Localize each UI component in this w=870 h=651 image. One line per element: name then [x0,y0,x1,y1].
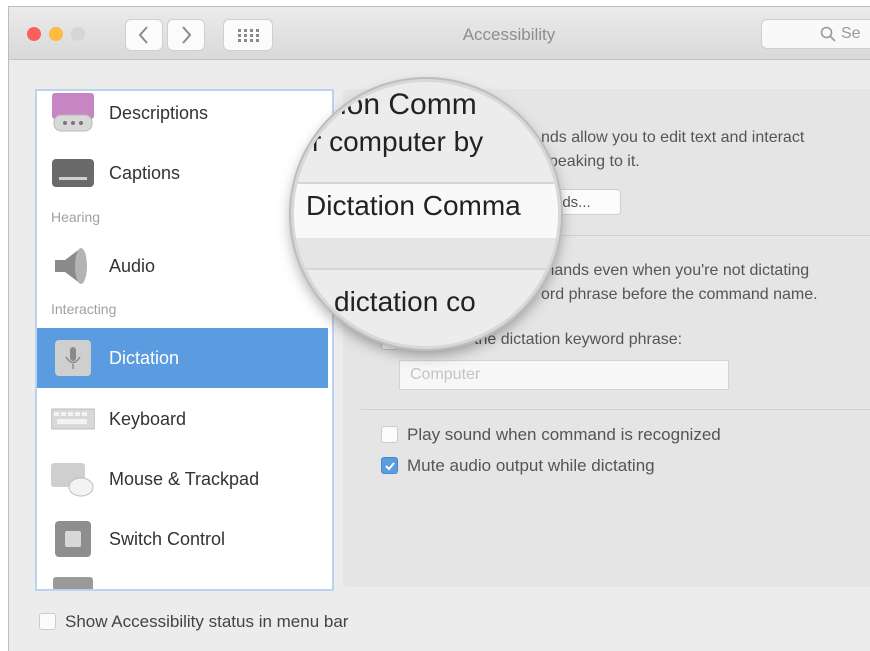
separator [557,235,870,236]
magnified-advanced-text: dictation co [334,286,476,317]
sidebar-item-dictation[interactable]: Dictation [37,328,328,388]
minimize-window-button[interactable] [49,27,63,41]
chevron-right-icon [182,26,192,44]
dictation-commands-description-line1: nds allow you to edit text and interact [541,129,805,146]
switch-icon [55,521,91,557]
sidebar-item-descriptions[interactable]: Descriptions [37,91,328,143]
sidebar-item-audio[interactable]: Audio [37,236,328,296]
sidebar-item-captions[interactable]: Captions [37,143,328,203]
sidebar-item-label: Mouse & Trackpad [109,468,260,489]
mute-audio-label: Mute audio output while dictating [407,456,655,475]
sidebar-item-label: Audio [109,255,156,276]
status-menu-label: Show Accessibility status in menu bar [65,612,349,631]
sidebar-item-label: Descriptions [109,102,209,123]
sidebar-item-label: Captions [109,162,181,183]
partial-item-icon [53,577,93,589]
back-button[interactable] [125,19,163,51]
show-all-button[interactable] [223,19,273,51]
magnified-heading: ion Comm [340,88,477,121]
forward-button[interactable] [167,19,205,51]
sidebar-item-switch-control[interactable]: Switch Control [37,509,328,569]
magnifier-lens: ion Comm r computer by Dictation Comma d… [291,79,561,349]
magnified-description: r computer by [312,126,484,157]
magnified-button-label: Dictation Comma [306,190,521,221]
microphone-icon [55,340,91,376]
speech-bubble-icon [52,93,94,132]
section-header-hearing: Hearing [51,209,101,225]
sidebar-item-keyboard[interactable]: Keyboard [37,389,328,449]
keyword-phrase-label: the dictation keyword phrase: [474,331,683,348]
separator [361,409,870,410]
captions-icon [52,159,94,187]
advanced-commands-line1: mands even when you're not dictating [541,262,810,279]
dictation-commands-description-line2: speaking to it. [541,153,640,170]
keyboard-icon [51,408,95,430]
section-header-interacting: Interacting [51,301,117,317]
grid-icon [238,29,259,42]
play-sound-checkbox[interactable] [381,426,398,443]
category-sidebar[interactable]: Descriptions Captions Hearing Audio Inte… [35,89,334,591]
advanced-commands-line2: ord phrase before the command name. [541,286,818,303]
mute-audio-checkbox[interactable] [381,457,398,474]
sidebar-item-mouse-trackpad[interactable]: Mouse & Trackpad [37,449,328,509]
speaker-icon [55,248,87,284]
sidebar-item-label: Switch Control [109,528,226,549]
sidebar-item-label: Keyboard [109,408,187,429]
search-placeholder: Se [841,25,861,42]
mouse-icon [51,463,94,497]
title-bar: Accessibility Se [9,7,870,60]
keyword-phrase-input[interactable]: Computer [399,360,729,390]
magnified-separator-band [294,238,558,270]
search-field[interactable]: Se [761,19,870,49]
accessibility-window: Accessibility Se Descriptions Captions H… [8,6,870,651]
play-sound-label: Play sound when command is recognized [407,425,721,444]
chevron-left-icon [138,26,148,44]
status-menu-checkbox[interactable] [39,613,56,630]
window-title: Accessibility [462,25,556,44]
zoom-window-button[interactable] [71,27,85,41]
close-window-button[interactable] [27,27,41,41]
checkmark-icon [384,461,395,470]
search-icon [820,26,836,42]
sidebar-item-label: Dictation [109,347,180,368]
